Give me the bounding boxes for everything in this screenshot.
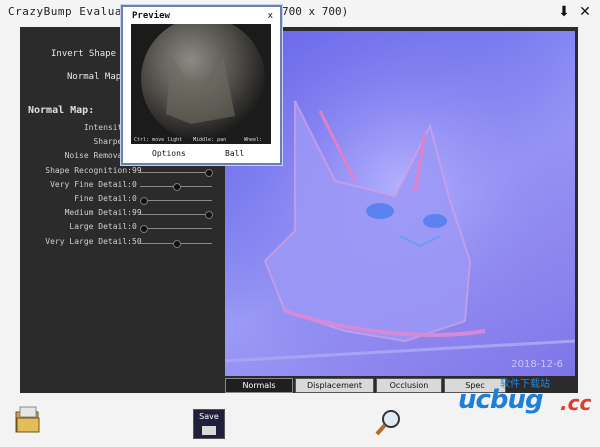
preview-options-button[interactable]: Options bbox=[152, 149, 186, 158]
slider-label: Very Fine Detail: bbox=[50, 179, 132, 189]
preview-close-button[interactable]: x bbox=[268, 11, 273, 21]
window-title-dimensions: 700 x 700) bbox=[282, 5, 349, 18]
watermark-logo: ucbug bbox=[458, 385, 544, 415]
slider-label: Shape Recognition: bbox=[45, 165, 132, 175]
preview-title: Preview bbox=[132, 11, 170, 21]
slider-handle[interactable] bbox=[140, 225, 148, 234]
slider-value: 0 bbox=[132, 179, 137, 189]
window-title: CrazyBump Evalua bbox=[8, 5, 122, 18]
sphere-render-image bbox=[141, 24, 265, 141]
normal-map-toggle[interactable]: Normal Map bbox=[67, 72, 121, 82]
site-watermark: 软件下载站 ucbug .cc bbox=[456, 375, 596, 427]
slider-value: 50 bbox=[132, 236, 142, 246]
open-folder-icon[interactable] bbox=[14, 404, 42, 436]
section-title: Normal Map: bbox=[28, 105, 95, 116]
slider-label: Very Large Detail: bbox=[45, 236, 132, 246]
slider-handle[interactable] bbox=[205, 168, 214, 177]
slider-track[interactable] bbox=[140, 214, 212, 216]
magnifier-icon[interactable] bbox=[373, 408, 403, 438]
invert-shape-button[interactable]: Invert Shape bbox=[51, 49, 116, 59]
floppy-disk-icon bbox=[202, 426, 216, 435]
slider-value: 99 bbox=[132, 208, 142, 218]
slider-track[interactable] bbox=[140, 171, 212, 173]
slider-handle[interactable] bbox=[205, 211, 214, 220]
slider-row: Medium Detail: 99 bbox=[20, 208, 222, 220]
slider-handle[interactable] bbox=[140, 197, 148, 205]
tab-normals[interactable]: Normals bbox=[225, 378, 293, 393]
preview-window[interactable]: Preview x Ctrl: move light Middle: pan W… bbox=[121, 5, 282, 165]
preview-sphere[interactable]: Ctrl: move light Middle: pan Wheel: bbox=[131, 24, 271, 144]
slider-label: Medium Detail: bbox=[64, 208, 132, 218]
slider-handle[interactable] bbox=[173, 239, 181, 248]
main-workspace: Invert Shape Normal Map Normal Map: Inte… bbox=[20, 27, 578, 393]
slider-track[interactable] bbox=[140, 200, 212, 201]
slider-track[interactable] bbox=[140, 228, 212, 230]
preview-hint-light: Ctrl: move light bbox=[134, 137, 183, 143]
save-label: Save bbox=[199, 412, 219, 421]
tab-occlusion[interactable]: Occlusion bbox=[376, 378, 442, 393]
slider-value: 0 bbox=[132, 194, 137, 203]
preview-hint-wheel: Wheel: bbox=[244, 137, 263, 143]
save-button[interactable]: Save bbox=[193, 409, 225, 439]
slider-row: Large Detail: 0 bbox=[20, 222, 222, 234]
slider-row: Fine Detail: 0 bbox=[20, 194, 222, 206]
slider-value: 0 bbox=[132, 222, 137, 232]
slider-row: Shape Recognition: 99 bbox=[20, 166, 222, 178]
tab-displacement[interactable]: Displacement bbox=[295, 378, 374, 393]
slider-label: Fine Detail: bbox=[74, 194, 132, 203]
preview-hint-pan: Middle: pan bbox=[193, 137, 227, 143]
watermark-tld: .cc bbox=[560, 391, 592, 415]
preview-ball-button[interactable]: Ball bbox=[225, 149, 244, 158]
close-icon[interactable]: ✕ bbox=[577, 4, 593, 20]
slider-row: Very Large Detail: 50 bbox=[20, 237, 222, 249]
slider-value: 99 bbox=[132, 165, 142, 175]
title-bar: CrazyBump Evalua 700 x 700) ⬇ ✕ bbox=[0, 0, 600, 26]
slider-label: Large Detail: bbox=[69, 222, 132, 232]
slider-row: Very Fine Detail: 0 bbox=[20, 180, 222, 192]
download-icon[interactable]: ⬇ bbox=[556, 4, 572, 20]
date-stamp: 2018-12-6 bbox=[511, 359, 563, 370]
slider-handle[interactable] bbox=[173, 182, 181, 191]
